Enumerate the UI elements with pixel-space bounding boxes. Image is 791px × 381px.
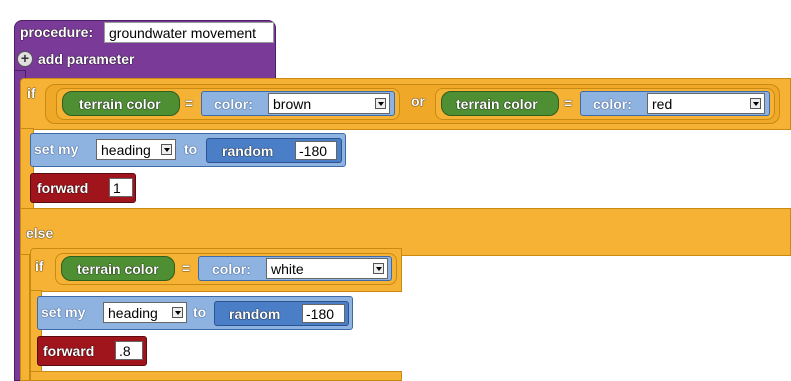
random-label-2: random <box>229 306 281 322</box>
forward-value-input-2[interactable]: .8 <box>115 341 143 360</box>
color-dropdown-a[interactable]: brown <box>268 93 390 114</box>
to-label-1: to <box>184 141 198 157</box>
set-my-label-1: set my <box>34 141 79 157</box>
chevron-down-icon[interactable] <box>375 98 386 109</box>
heading-value-2: heading <box>108 305 158 321</box>
if-else-block-spine-2 <box>20 254 30 381</box>
equals-label-a: = <box>185 95 194 111</box>
add-parameter-icon[interactable]: + <box>17 51 33 67</box>
random-value-input-2[interactable]: -180 <box>302 304 345 323</box>
terrain-color-label-c: terrain color <box>77 261 159 277</box>
else-label: else <box>26 225 54 241</box>
heading-dropdown-1[interactable]: heading <box>96 139 176 160</box>
or-label: or <box>411 93 425 109</box>
color-value-b: red <box>652 96 673 112</box>
chevron-down-icon[interactable] <box>373 263 384 274</box>
add-parameter-label[interactable]: add parameter <box>38 52 134 66</box>
chevron-down-icon[interactable] <box>161 144 172 155</box>
random-label-1: random <box>222 143 274 159</box>
terrain-color-label-a: terrain color <box>79 96 161 112</box>
if-block-2-bottom <box>30 371 402 381</box>
if-label: if <box>27 85 36 101</box>
if-label-2: if <box>35 258 44 274</box>
set-my-label-2: set my <box>41 304 86 320</box>
color-value-a: brown <box>273 96 312 112</box>
color-dropdown-b[interactable]: red <box>647 93 765 114</box>
heading-dropdown-2[interactable]: heading <box>103 302 187 323</box>
heading-value-1: heading <box>101 142 151 158</box>
forward-label-2: forward <box>43 343 95 359</box>
chevron-down-icon[interactable] <box>750 98 761 109</box>
color-label-a: color: <box>214 96 253 112</box>
color-dropdown-c[interactable]: white <box>266 258 388 279</box>
color-value-c: white <box>271 261 304 277</box>
equals-label-b: = <box>564 95 573 111</box>
chevron-down-icon[interactable] <box>172 307 183 318</box>
procedure-keyword: procedure: <box>20 24 94 40</box>
to-label-2: to <box>193 304 207 320</box>
forward-value-input-1[interactable]: 1 <box>109 178 133 197</box>
terrain-color-label-b: terrain color <box>456 96 538 112</box>
equals-label-c: = <box>182 260 191 276</box>
color-label-c: color: <box>212 261 251 277</box>
procedure-name-input[interactable]: groundwater movement <box>104 22 274 43</box>
color-label-b: color: <box>593 96 632 112</box>
forward-label-1: forward <box>37 180 89 196</box>
random-value-input-1[interactable]: -180 <box>295 141 337 160</box>
